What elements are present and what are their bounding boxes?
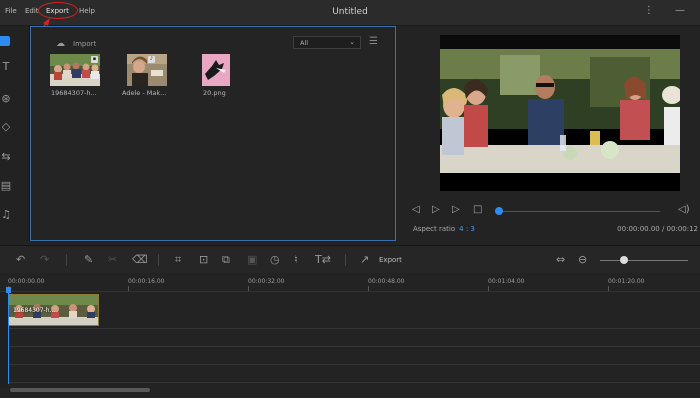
ruler-tick — [248, 286, 249, 291]
element-icon[interactable]: ▤ — [0, 179, 12, 193]
ruler-tick — [608, 286, 609, 291]
playhead[interactable] — [8, 292, 9, 384]
volume-icon[interactable]: ◁) — [678, 204, 690, 215]
edit-pencil-icon[interactable]: ✎ — [84, 253, 93, 266]
import-label: Import — [73, 40, 97, 48]
duration-clock-icon[interactable]: ◷ — [270, 253, 280, 266]
media-tab-indicator[interactable] — [0, 36, 10, 46]
clip-label: 19684307-h... — [13, 307, 56, 314]
music-icon[interactable]: ♫ — [0, 208, 12, 222]
toolbar-export-button[interactable]: Export — [379, 256, 402, 264]
ruler-tick — [488, 286, 489, 291]
ruler-tick — [368, 286, 369, 291]
fit-timeline-icon[interactable]: ⇔ — [556, 253, 565, 266]
delete-trash-icon[interactable]: ⌫ — [132, 253, 148, 266]
picture-in-picture-icon[interactable]: ▣ — [247, 253, 257, 266]
timeline-toolbar: ↶ ↷ ✎ ✂ ⌫ ⌗ ⊡ ⧉ ▣ ◷ ♮ T⇄ ↗ Export ⇔ ⊖ — [0, 245, 700, 273]
time-readout: 00:00:00.00 / 00:00:12 — [617, 225, 698, 233]
ruler-label: 00:00:16.00 — [128, 278, 165, 285]
chevron-down-icon: ⌄ — [349, 38, 355, 46]
play-icon[interactable]: ▷ — [432, 204, 440, 215]
seek-bar[interactable] — [500, 211, 660, 212]
ruler-label: 00:00:48.00 — [368, 278, 405, 285]
track-divider — [8, 346, 700, 347]
track-divider — [8, 364, 700, 365]
seek-handle[interactable] — [495, 207, 503, 215]
video-preview — [440, 35, 680, 191]
filter-icon[interactable]: ⊛ — [0, 92, 12, 106]
ruler-label: 00:00:00.00 — [8, 278, 45, 285]
filter-selected-value: All — [300, 39, 309, 47]
track-divider — [8, 382, 700, 383]
media-item-image[interactable]: 20.png — [202, 54, 230, 97]
media-filter-select[interactable]: All ⌄ — [293, 36, 361, 49]
playhead-handle[interactable] — [6, 287, 11, 293]
toolbar-divider — [345, 254, 346, 266]
player-controls: ◁ ▷ ▷ □ ◁) — [405, 201, 700, 221]
transition-icon[interactable]: ⇆ — [0, 150, 12, 164]
timeline-tracks[interactable]: 19684307-h... — [0, 292, 700, 384]
ruler-tick — [128, 286, 129, 291]
import-button[interactable]: ☁ Import — [56, 39, 96, 49]
redo-icon[interactable]: ↷ — [40, 253, 49, 266]
track-divider — [8, 328, 700, 329]
ruler-label: 00:00:32.00 — [248, 278, 285, 285]
window-title: Untitled — [332, 7, 368, 17]
video-editor-window: File Edit Export Help Untitled ⋮ — T ⊛ ◇… — [0, 0, 700, 398]
text-icon[interactable]: T — [0, 60, 12, 74]
zoom-slider[interactable] — [600, 260, 688, 261]
tool-strip: T ⊛ ◇ ⇆ ▤ ♫ — [0, 26, 30, 241]
aspect-ratio: Aspect ratio 4 : 3 — [413, 225, 475, 233]
speech-to-text-icon[interactable]: T⇄ — [315, 253, 331, 266]
export-icon[interactable]: ↗ — [360, 253, 369, 266]
media-item-audio[interactable]: ♪ Adele - Mak... — [122, 54, 167, 97]
stop-icon[interactable]: □ — [473, 204, 482, 215]
ruler-label: 00:01:20.00 — [608, 278, 645, 285]
voiceover-mic-icon[interactable]: ♮ — [294, 253, 298, 266]
crop-icon[interactable]: ⌗ — [175, 253, 181, 267]
ruler-label: 00:01:04.00 — [488, 278, 525, 285]
split-scissors-icon[interactable]: ✂ — [108, 253, 117, 266]
media-item-caption: 20.png — [203, 89, 226, 97]
timeline-clip[interactable]: 19684307-h... — [8, 294, 99, 326]
previous-frame-icon[interactable]: ◁ — [412, 204, 420, 215]
media-library-panel: ☁ Import All ⌄ ☰ ▪ 19684307-h... ♪ Adele… — [30, 26, 396, 241]
aspect-ratio-label: Aspect ratio — [413, 225, 456, 233]
preview-panel: ◁ ▷ ▷ □ ◁) Aspect ratio 4 : 3 00:00:00.00… — [405, 26, 700, 241]
toolbar-divider — [66, 254, 67, 266]
image-thumbnail — [202, 54, 230, 86]
zoom-slider-handle[interactable] — [620, 256, 628, 264]
toolbar-divider — [158, 254, 159, 266]
media-item-caption: 19684307-h... — [51, 89, 97, 97]
freeze-frame-icon[interactable]: ⧉ — [222, 253, 230, 267]
aspect-ratio-value[interactable]: 4 : 3 — [459, 225, 475, 233]
media-item-video[interactable]: ▪ 19684307-h... — [50, 54, 100, 97]
mosaic-icon[interactable]: ⊡ — [199, 253, 208, 266]
zoom-out-icon[interactable]: ⊖ — [578, 253, 587, 266]
timeline-ruler[interactable]: 00:00:00.00 00:00:16.00 00:00:32.00 00:0… — [0, 274, 700, 292]
title-bar: File Edit Export Help Untitled ⋮ — — [0, 0, 700, 26]
timeline-horizontal-scrollbar[interactable] — [10, 388, 150, 392]
video-type-icon: ▪ — [91, 56, 98, 63]
next-frame-icon[interactable]: ▷ — [452, 204, 460, 215]
list-view-icon[interactable]: ☰ — [369, 36, 378, 47]
overlay-icon[interactable]: ◇ — [0, 120, 12, 134]
music-note-icon: ♪ — [148, 56, 155, 63]
media-item-caption: Adele - Mak... — [122, 89, 167, 97]
window-controls[interactable]: ⋮ — — [644, 5, 694, 16]
cloud-import-icon: ☁ — [56, 39, 65, 49]
audio-thumbnail — [127, 54, 167, 86]
undo-icon[interactable]: ↶ — [16, 253, 25, 266]
